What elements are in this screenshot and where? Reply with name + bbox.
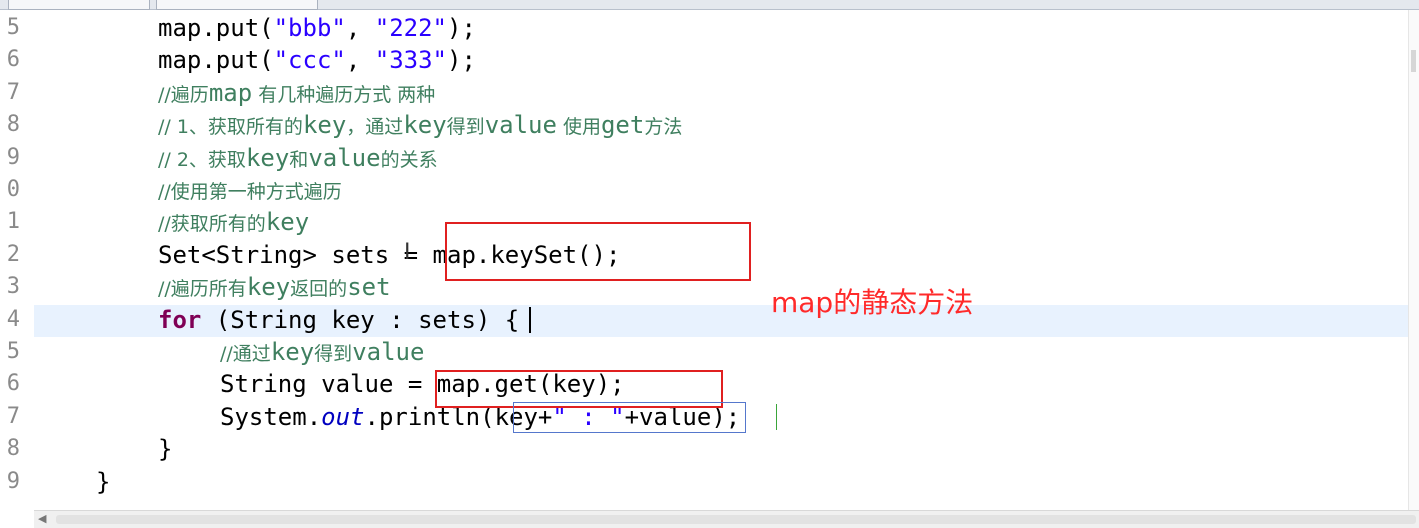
text-cursor xyxy=(529,307,531,333)
line-number: 2 xyxy=(6,242,20,267)
line-number: 1 xyxy=(6,209,20,234)
mouse-ibeam-icon: I xyxy=(404,240,411,265)
line-number: 7 xyxy=(6,404,20,429)
line-number: 7 xyxy=(6,80,20,105)
scroll-left-icon[interactable]: ◀ xyxy=(38,512,46,525)
code-line[interactable]: map.put("bbb", "222"); xyxy=(158,12,476,44)
code-line[interactable]: for (String key : sets) { xyxy=(158,304,519,336)
code-line[interactable]: map.put("ccc", "333"); xyxy=(158,44,476,76)
text-cursor xyxy=(776,404,777,430)
selection-box xyxy=(513,402,746,433)
highlight-box-keyset xyxy=(445,222,751,281)
editor-tab-bar xyxy=(0,0,1419,10)
code-comment[interactable]: //使用第一种方式遍历 xyxy=(158,174,342,206)
editor-tab-active[interactable] xyxy=(156,0,318,10)
code-comment[interactable]: //获取所有的key xyxy=(158,206,309,238)
annotation-text: map的静态方法 xyxy=(771,286,974,319)
horizontal-scrollbar[interactable]: ◀ xyxy=(34,510,1419,528)
line-number: 5 xyxy=(6,15,20,40)
code-comment[interactable]: //遍历所有key返回的set xyxy=(158,271,391,303)
line-number: 0 xyxy=(6,177,20,202)
line-number: 6 xyxy=(6,47,20,72)
code-comment[interactable]: // 2、获取key和value的关系 xyxy=(158,142,438,174)
code-comment[interactable]: //遍历map 有几种遍历方式 两种 xyxy=(158,77,435,109)
code-line[interactable]: } xyxy=(96,466,110,498)
editor-tab[interactable] xyxy=(8,0,150,10)
line-number: 5 xyxy=(6,339,20,364)
line-number: 3 xyxy=(6,274,20,299)
code-comment[interactable]: // 1、获取所有的key，通过key得到value 使用get方法 xyxy=(158,109,682,141)
code-comment[interactable]: //通过key得到value xyxy=(220,336,424,368)
scroll-thumb[interactable] xyxy=(56,515,1416,524)
line-number: 9 xyxy=(6,145,20,170)
line-number: 6 xyxy=(6,371,20,396)
ruler-marker xyxy=(1411,50,1416,72)
line-number: 9 xyxy=(6,469,20,494)
overview-ruler[interactable] xyxy=(1408,10,1419,510)
line-number: 4 xyxy=(6,307,20,332)
line-number: 8 xyxy=(6,436,20,461)
code-line[interactable]: } xyxy=(158,433,172,465)
line-number: 8 xyxy=(6,112,20,137)
